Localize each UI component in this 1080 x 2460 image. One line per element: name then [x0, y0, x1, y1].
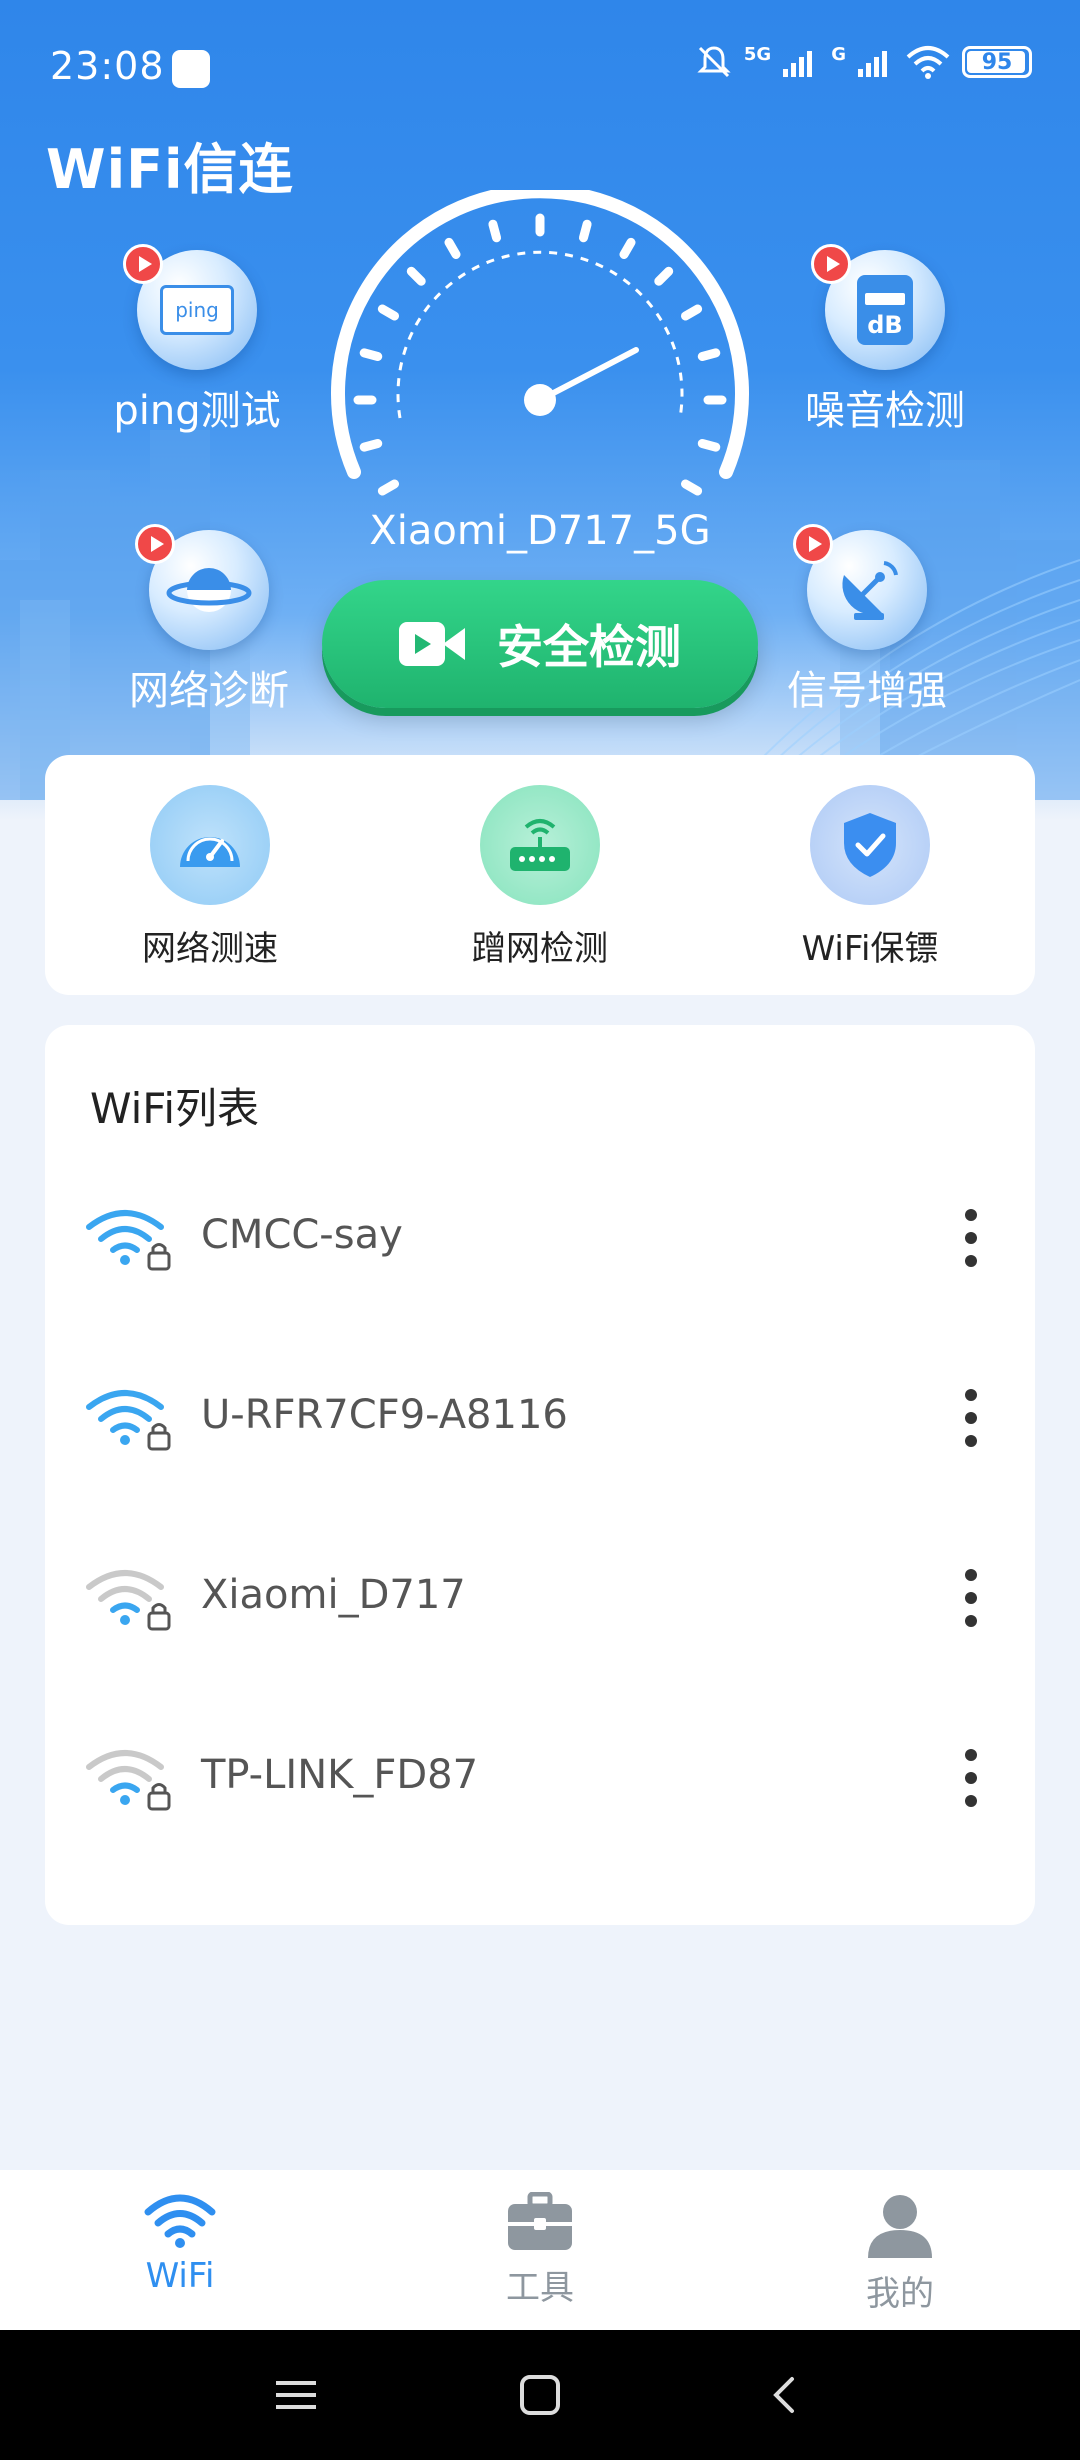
decibel-meter-icon: dB — [857, 275, 913, 345]
wifi-network-ssid: TP-LINK_FD87 — [201, 1752, 479, 1798]
wifi-signal-lock-icon — [86, 1210, 171, 1271]
feature-signal-boost[interactable]: 信号增强 — [752, 524, 982, 716]
quick-tool-speed-test-label: 网络测速 — [142, 929, 278, 969]
gauge-tick — [654, 266, 674, 286]
gauge-tick — [406, 266, 426, 286]
gauge-tick — [444, 237, 461, 260]
bottom-tab-bar: WiFi 工具 我的 — [0, 2170, 1080, 2330]
hero-header: 23:08 5G G 95 WiFi信连 Xiaomi_D717_5G 安全检测… — [0, 0, 1080, 820]
person-icon — [868, 2195, 932, 2258]
quick-tool-wifi-guard[interactable]: WiFi保镖 — [720, 785, 1020, 970]
back-icon[interactable] — [762, 2373, 806, 2417]
play-icon — [123, 244, 163, 284]
quick-tool-leech-detection-label: 蹭网检测 — [472, 929, 608, 969]
gauge-tick — [619, 237, 636, 260]
ping-icon: ping — [160, 285, 234, 335]
wifi-signal-lock-icon — [86, 1390, 171, 1451]
feature-network-diagnosis-label: 网络诊断 — [129, 668, 289, 714]
feature-ping-test[interactable]: ping ping测试 — [82, 244, 312, 436]
tab-wifi-label: WiFi — [145, 2256, 215, 2296]
quick-tool-speed-test[interactable]: 网络测速 — [60, 785, 360, 970]
feature-noise-detection-label: 噪音检测 — [805, 388, 965, 434]
speedometer-icon — [180, 837, 240, 867]
wifi-network-row[interactable]: TP-LINK_FD87 — [45, 1715, 1035, 1835]
battery-indicator: 95 — [962, 46, 1032, 78]
tab-wifi[interactable]: WiFi — [0, 2170, 360, 2330]
shield-check-icon — [844, 813, 896, 877]
mute-bell-icon — [697, 46, 731, 78]
gauge-tick — [377, 304, 400, 321]
gauge-tick — [697, 438, 721, 452]
tab-profile-label: 我的 — [866, 2274, 934, 2314]
wifi-network-row[interactable]: U-RFR7CF9-A8116 — [45, 1355, 1035, 1475]
play-icon — [793, 524, 833, 564]
home-icon[interactable] — [518, 2373, 562, 2417]
app-notification-icon — [172, 50, 210, 88]
tab-tools-label: 工具 — [506, 2268, 574, 2308]
feature-signal-boost-label: 信号增强 — [787, 668, 947, 714]
planet-icon — [166, 568, 252, 612]
security-scan-button[interactable]: 安全检测 — [322, 580, 758, 708]
wifi-icon — [144, 2194, 216, 2248]
speed-gauge — [331, 190, 749, 496]
wifi-network-row[interactable]: CMCC-say — [45, 1175, 1035, 1295]
cell-signal-icon-2 — [858, 51, 887, 77]
status-indicators: 5G G 95 — [696, 44, 1032, 80]
app-title: WiFi信连 — [46, 138, 294, 201]
quick-tool-wifi-guard-label: WiFi保镖 — [801, 929, 939, 969]
menu-icon[interactable] — [274, 2375, 318, 2415]
gauge-tick — [680, 304, 703, 321]
tab-tools[interactable]: 工具 — [360, 2170, 720, 2330]
quick-tools-card: 网络测速 蹭网检测 WiFi保镖 — [45, 755, 1035, 995]
gauge-tick — [680, 479, 703, 496]
signal-type-5g: 5G — [743, 44, 772, 65]
play-icon — [811, 244, 851, 284]
gauge-tick — [377, 479, 400, 496]
wifi-signal-lock-icon — [86, 1570, 171, 1631]
cell-signal-icon — [783, 51, 813, 77]
video-camera-icon — [399, 622, 465, 666]
status-time: 23:08 — [50, 44, 165, 88]
wifi-network-ssid: U-RFR7CF9-A8116 — [201, 1392, 568, 1438]
more-options-icon[interactable] — [951, 1385, 991, 1451]
status-bar: 23:08 5G G 95 — [0, 0, 1080, 130]
more-options-icon[interactable] — [951, 1205, 991, 1271]
toolbox-icon — [508, 2191, 572, 2250]
satellite-dish-icon — [842, 561, 898, 620]
more-options-icon[interactable] — [951, 1745, 991, 1811]
gauge-tick — [359, 438, 383, 452]
feature-ping-test-label: ping测试 — [113, 388, 281, 434]
wifi-list-card: WiFi列表 CMCC-say U-RFR7CF9-A8116 Xiaomi_D71… — [45, 1025, 1035, 1925]
wifi-list-title: WiFi列表 — [90, 1084, 260, 1133]
feature-noise-detection[interactable]: dB 噪音检测 — [770, 244, 1000, 436]
wifi-network-ssid: Xiaomi_D717 — [201, 1572, 466, 1618]
router-icon — [510, 819, 570, 871]
security-scan-label: 安全检测 — [497, 620, 681, 674]
signal-type-g: G — [831, 44, 846, 65]
tab-profile[interactable]: 我的 — [720, 2170, 1080, 2330]
gauge-tick — [578, 219, 592, 243]
feature-network-diagnosis[interactable]: 网络诊断 — [94, 524, 324, 716]
system-nav-bar — [0, 2330, 1080, 2460]
wifi-signal-lock-icon — [86, 1750, 171, 1811]
more-options-icon[interactable] — [951, 1565, 991, 1631]
gauge-tick — [488, 219, 502, 243]
wifi-network-ssid: CMCC-say — [201, 1212, 403, 1258]
wifi-status-icon — [906, 46, 950, 79]
gauge-tick — [697, 348, 721, 362]
play-icon — [135, 524, 175, 564]
quick-tool-leech-detection[interactable]: 蹭网检测 — [390, 785, 690, 970]
gauge-tick — [359, 348, 383, 362]
wifi-network-row[interactable]: Xiaomi_D717 — [45, 1535, 1035, 1655]
